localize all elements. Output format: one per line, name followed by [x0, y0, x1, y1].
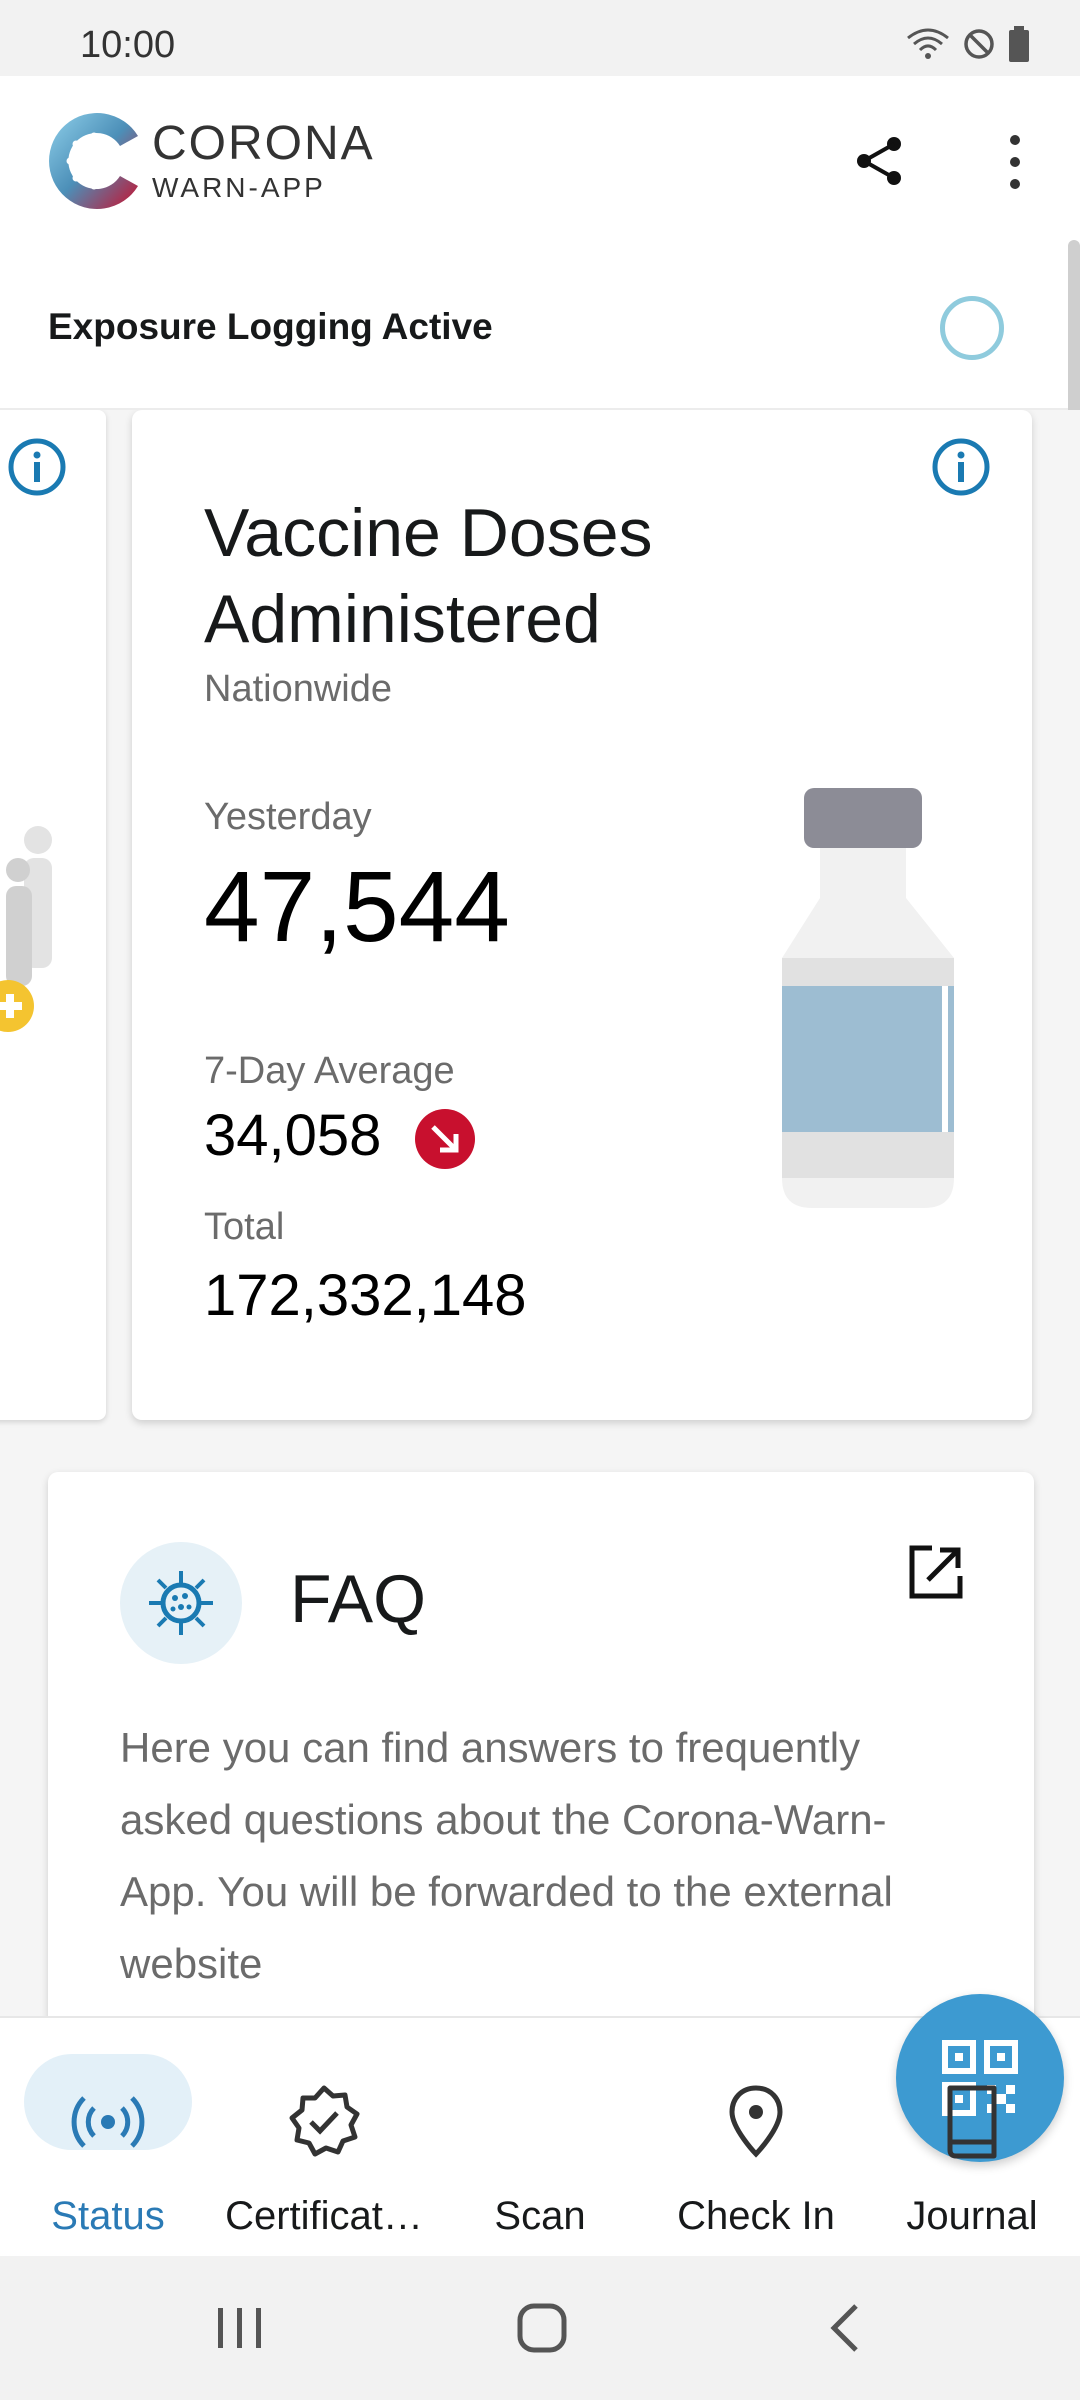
more-options-icon[interactable] [1000, 132, 1030, 192]
nav-scan-label: Scan [494, 2194, 586, 2238]
yesterday-value: 47,544 [204, 851, 510, 963]
external-link-icon[interactable] [906, 1542, 966, 1602]
broadcast-status-icon [71, 2096, 145, 2148]
trend-down-arrow-icon [415, 1109, 475, 1169]
app-header: CORONA WARN-APP [0, 76, 1080, 246]
vaccine-vial-icon [782, 788, 954, 1208]
vaccine-doses-card[interactable]: Vaccine Doses Administered Nationwide Ye… [132, 410, 1032, 1420]
previous-statistics-card[interactable] [0, 410, 106, 1420]
status-time: 10:00 [80, 24, 176, 66]
total-label: Total [204, 1206, 285, 1248]
faq-icon-background [120, 1542, 242, 1664]
info-icon[interactable] [6, 436, 68, 498]
virus-icon [149, 1571, 213, 1635]
seven-day-average-label: 7-Day Average [204, 1050, 455, 1092]
card-subtitle: Nationwide [204, 668, 392, 710]
system-status-bar: 10:00 [0, 0, 1080, 76]
journal-book-icon [947, 2085, 997, 2159]
seven-day-average-value: 34,058 [204, 1103, 382, 1168]
recent-apps-icon[interactable] [214, 2304, 266, 2352]
exposure-logging-row[interactable]: Exposure Logging Active [0, 246, 1080, 410]
nav-status-label: Status [51, 2194, 165, 2238]
faq-title: FAQ [290, 1561, 427, 1637]
nav-status[interactable]: Status [0, 2018, 216, 2258]
home-icon[interactable] [516, 2302, 568, 2354]
wifi-icon [907, 28, 949, 59]
card-title: Vaccine Doses Administered [204, 495, 653, 657]
info-icon[interactable] [930, 436, 992, 498]
do-not-disturb-icon [964, 29, 994, 59]
share-icon[interactable] [852, 134, 906, 188]
location-pin-icon [729, 2085, 783, 2158]
nav-certificates[interactable]: Certificat… [212, 2018, 436, 2258]
system-navigation-bar [0, 2256, 1080, 2400]
brand-subname: WARN-APP [152, 172, 326, 203]
bottom-navigation: Status Certificat… Scan Check In Journal [0, 1994, 1080, 2258]
faq-description: Here you can find answers to frequently … [120, 1724, 893, 1987]
nav-check-in-label: Check In [677, 2194, 835, 2238]
nav-certificates-label: Certificat… [225, 2194, 423, 2238]
nav-journal[interactable]: Journal [872, 2018, 1072, 2258]
nav-journal-label: Journal [906, 2194, 1038, 2238]
yesterday-label: Yesterday [204, 796, 372, 838]
exposure-activity-indicator [940, 296, 1004, 360]
total-value: 172,332,148 [204, 1263, 527, 1328]
status-icons [906, 24, 1030, 64]
nav-scan[interactable]: Scan [440, 1994, 1064, 2258]
people-illustration-icon [0, 826, 52, 1032]
main-content[interactable]: Vaccine Doses Administered Nationwide Ye… [0, 410, 1080, 2016]
nav-check-in[interactable]: Check In [650, 2018, 862, 2258]
certificate-badge-icon [289, 2085, 360, 2157]
brand-name: CORONA [152, 117, 375, 170]
exposure-logging-status: Exposure Logging Active [48, 306, 493, 347]
faq-card[interactable]: FAQ Here you can find answers to frequen… [48, 1472, 1034, 2016]
back-icon[interactable] [826, 2302, 866, 2354]
corona-warn-app-logo [49, 113, 138, 209]
battery-icon [1009, 26, 1029, 62]
